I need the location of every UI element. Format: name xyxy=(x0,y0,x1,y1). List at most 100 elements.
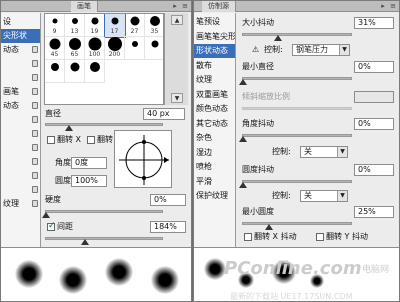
sidebar-item[interactable]: 湿边 xyxy=(194,146,235,160)
size-jitter-slider-thumb[interactable] xyxy=(274,35,282,41)
hardness-field[interactable]: 0% xyxy=(150,194,186,206)
sidebar-item[interactable] xyxy=(1,169,40,183)
diameter-slider-thumb[interactable] xyxy=(65,125,73,131)
roundness-jitter-slider[interactable] xyxy=(242,180,352,183)
min-diameter-slider[interactable] xyxy=(242,77,352,80)
lock-icon[interactable] xyxy=(32,46,38,53)
sidebar-item[interactable] xyxy=(1,183,40,197)
sidebar-item[interactable]: 尖形状 xyxy=(1,29,40,43)
lock-icon[interactable] xyxy=(32,102,38,109)
sidebar-item[interactable]: 形状动态 xyxy=(194,44,235,58)
brush-tip[interactable] xyxy=(145,37,163,60)
brush-tip[interactable] xyxy=(45,60,65,83)
brush-tip[interactable]: 17 xyxy=(104,14,126,38)
min-diameter-field[interactable]: 0% xyxy=(354,61,394,73)
collapse-icon[interactable]: ▸ xyxy=(379,2,387,10)
angle-jitter-field[interactable]: 0% xyxy=(354,118,394,130)
sidebar-item[interactable]: 动态 xyxy=(1,99,40,113)
menu-icon[interactable]: ≡ xyxy=(181,2,189,10)
scroll-up-icon[interactable]: ▲ xyxy=(171,15,183,25)
angle-jitter-slider[interactable] xyxy=(242,134,352,137)
flip-y-jitter-checkbox[interactable] xyxy=(316,233,324,241)
lock-icon[interactable] xyxy=(32,130,38,137)
sidebar-item[interactable]: 画笔 xyxy=(1,85,40,99)
min-roundness-slider-thumb[interactable] xyxy=(265,224,273,230)
angle-field[interactable]: 0度 xyxy=(71,157,107,169)
sidebar-item[interactable]: 平滑 xyxy=(194,175,235,189)
sidebar-item[interactable]: 散布 xyxy=(194,59,235,73)
sidebar-item[interactable]: 双重画笔 xyxy=(194,88,235,102)
flip-x-checkbox[interactable] xyxy=(47,136,55,144)
brush-tip[interactable]: 13 xyxy=(65,14,85,37)
brush-tip-grid[interactable]: 9 13 19 17 27 35 45 65 100 200 xyxy=(44,13,164,105)
lock-icon[interactable] xyxy=(32,158,38,165)
spacing-slider-thumb[interactable] xyxy=(81,239,89,245)
sidebar-item[interactable]: 颜色动态 xyxy=(194,102,235,116)
flip-x-jitter-checkbox[interactable] xyxy=(244,233,252,241)
tab-brush[interactable]: 画笔 xyxy=(71,1,98,12)
collapse-icon[interactable]: ▸ xyxy=(171,2,179,10)
lock-icon[interactable] xyxy=(32,116,38,123)
lock-icon[interactable] xyxy=(32,88,38,95)
min-roundness-field[interactable]: 25% xyxy=(354,206,394,218)
hardness-slider[interactable] xyxy=(45,210,163,213)
tab-clone-source[interactable]: 仿制源 xyxy=(202,1,236,12)
size-jitter-field[interactable]: 31% xyxy=(354,17,394,29)
sidebar-item[interactable]: 纹理 xyxy=(194,73,235,87)
roundness-jitter-slider-thumb[interactable] xyxy=(239,182,247,188)
diameter-slider[interactable] xyxy=(45,123,163,126)
brush-tip[interactable]: 35 xyxy=(145,14,163,37)
lock-icon[interactable] xyxy=(32,144,38,151)
roundness-control-dropdown[interactable]: 关 ▼ xyxy=(300,190,348,202)
sidebar-item[interactable] xyxy=(1,127,40,141)
roundness-jitter-field[interactable]: 0% xyxy=(354,164,394,176)
sidebar-item[interactable]: 设 xyxy=(1,15,40,29)
brush-grid-scrollbar[interactable]: ▲ ▼ xyxy=(164,13,188,105)
brush-tip[interactable]: 200 xyxy=(105,37,125,60)
spacing-slider[interactable] xyxy=(45,237,163,240)
sidebar-item[interactable] xyxy=(1,141,40,155)
sidebar-item[interactable]: 保护纹理 xyxy=(194,189,235,203)
brush-tip[interactable]: 19 xyxy=(85,14,105,37)
sidebar-item[interactable] xyxy=(1,57,40,71)
angle-jitter-slider-thumb[interactable] xyxy=(239,136,247,142)
sidebar-item[interactable]: 动态 xyxy=(1,43,40,57)
sidebar-item[interactable]: 纹理 xyxy=(1,197,40,211)
diameter-field[interactable]: 40 px xyxy=(143,108,185,120)
lock-icon[interactable] xyxy=(32,60,38,67)
brush-tip[interactable] xyxy=(125,37,145,60)
spacing-checkbox[interactable] xyxy=(47,221,56,231)
sidebar-item[interactable]: 画笔笔尖形状 xyxy=(194,30,235,44)
brush-tip[interactable] xyxy=(85,60,105,83)
hardness-slider-thumb[interactable] xyxy=(42,212,50,218)
control-dropdown[interactable]: 钢笔压力 ▼ xyxy=(292,44,350,56)
sidebar-item-label: 尖形状 xyxy=(3,31,27,40)
brush-tip[interactable]: 65 xyxy=(65,37,85,60)
brush-tip[interactable]: 100 xyxy=(85,37,105,60)
lock-icon[interactable] xyxy=(32,186,38,193)
scroll-down-icon[interactable]: ▼ xyxy=(171,93,183,103)
brush-tip[interactable]: 27 xyxy=(125,14,145,37)
sidebar-item[interactable]: 其它动态 xyxy=(194,117,235,131)
sidebar-item[interactable] xyxy=(1,113,40,127)
size-jitter-slider[interactable] xyxy=(242,33,352,36)
lock-icon[interactable] xyxy=(32,200,38,207)
brush-tip[interactable]: 9 xyxy=(45,14,65,37)
menu-icon[interactable]: ≡ xyxy=(389,2,397,10)
brush-tip[interactable]: 45 xyxy=(45,37,65,60)
sidebar-item[interactable]: 笔预设 xyxy=(194,15,235,29)
lock-icon[interactable] xyxy=(32,172,38,179)
angle-control-dropdown[interactable]: 关 ▼ xyxy=(300,146,348,158)
sidebar-item[interactable] xyxy=(1,155,40,169)
brush-angle-preview[interactable] xyxy=(114,130,172,188)
sidebar-item[interactable]: 喷枪 xyxy=(194,160,235,174)
sidebar-item[interactable] xyxy=(1,71,40,85)
brush-tip[interactable] xyxy=(65,60,85,83)
sidebar-item[interactable]: 杂色 xyxy=(194,131,235,145)
flip-y-checkbox[interactable] xyxy=(87,136,95,144)
spacing-field[interactable]: 184% xyxy=(150,221,186,233)
min-diameter-slider-thumb[interactable] xyxy=(239,79,247,85)
min-roundness-slider[interactable] xyxy=(242,222,352,225)
lock-icon[interactable] xyxy=(32,74,38,81)
roundness-field[interactable]: 100% xyxy=(71,175,107,187)
